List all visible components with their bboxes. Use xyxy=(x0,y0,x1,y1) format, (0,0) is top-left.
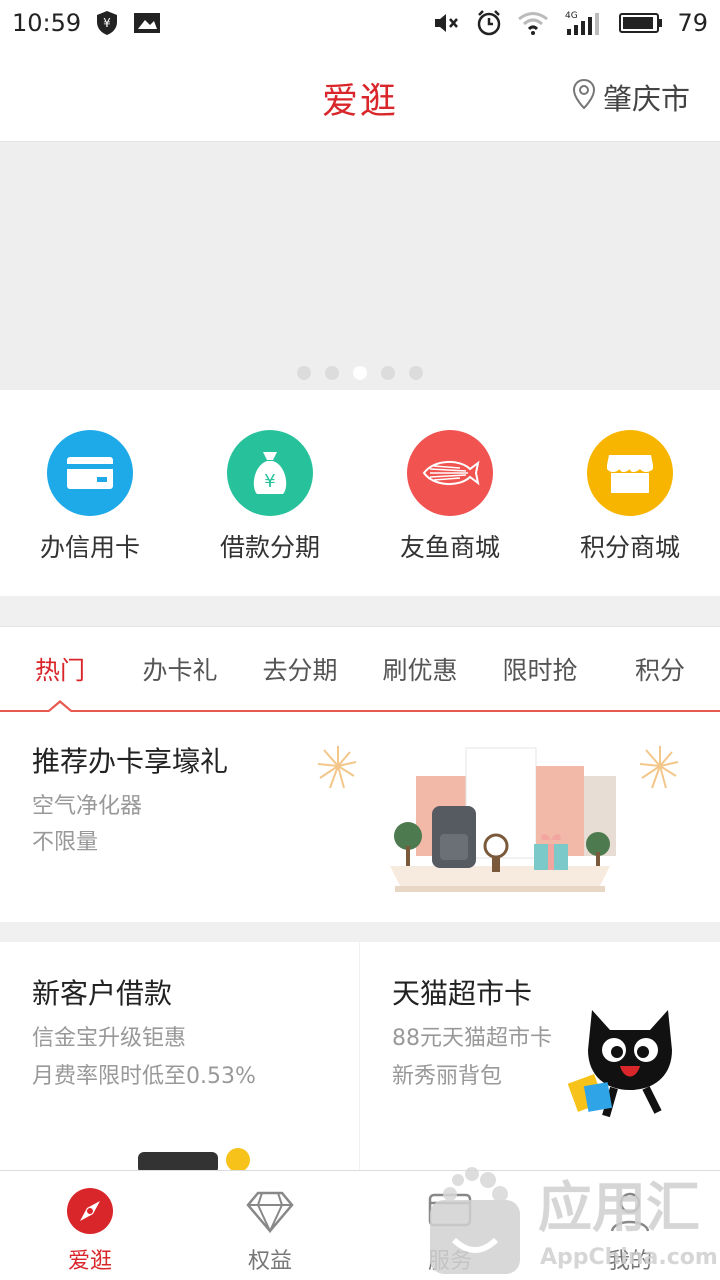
carousel-dot[interactable] xyxy=(325,366,339,380)
status-bar: 10:59 ¥ 4G 79 xyxy=(0,0,720,46)
feature-cards: 新客户借款 信金宝升级钜惠 月费率限时低至0.53% 天猫超市卡 88元天猫超市… xyxy=(0,942,720,1172)
card-title: 新客户借款 xyxy=(32,977,173,1010)
diamond-icon xyxy=(246,1187,294,1239)
svg-text:¥: ¥ xyxy=(103,16,111,30)
tab-flash-sale[interactable]: 限时抢 xyxy=(480,651,600,687)
tab-swipe-deals[interactable]: 刷优惠 xyxy=(360,651,480,687)
carousel-dot-active[interactable] xyxy=(353,366,367,380)
location-pin-icon xyxy=(571,78,597,117)
nav-tab-benefits[interactable]: 权益 xyxy=(180,1171,360,1280)
wifi-icon xyxy=(517,10,549,36)
tab-installment[interactable]: 去分期 xyxy=(240,651,360,687)
cellular-signal-icon: 4G xyxy=(563,9,603,37)
nav-label: 爱逛 xyxy=(67,1249,112,1274)
battery-level: 79 xyxy=(677,9,708,37)
card-new-customer-loan[interactable]: 新客户借款 信金宝升级钜惠 月费率限时低至0.53% xyxy=(0,942,359,1172)
carousel-indicator xyxy=(0,366,720,380)
tab-hot[interactable]: 热门 xyxy=(0,651,120,687)
mute-icon xyxy=(433,11,461,35)
svg-text:AppChina.com: AppChina.com xyxy=(540,1245,718,1270)
card-title: 天猫超市卡 xyxy=(392,977,533,1010)
alarm-icon xyxy=(475,9,503,37)
category-tabs: 热门 办卡礼 去分期 刷优惠 限时抢 积分 xyxy=(0,626,720,713)
quick-menu: 办信用卡 ¥ 借款分期 友鱼商城 积分商城 xyxy=(0,390,720,596)
battery-icon xyxy=(617,11,663,35)
nav-tab-explore[interactable]: 爱逛 xyxy=(0,1171,180,1280)
appchina-watermark: 应用汇 AppChina.com xyxy=(430,1167,718,1274)
location-label: 肇庆市 xyxy=(602,82,690,116)
promo-card[interactable]: 推荐办卡享壕礼 空气净化器 不限量 xyxy=(0,712,720,922)
quick-item-credit-card[interactable]: 办信用卡 xyxy=(0,390,180,596)
card-subtitle: 信金宝升级钜惠 xyxy=(32,1026,187,1051)
tmall-cat-icon xyxy=(567,1010,672,1118)
promo-subtitle: 空气净化器 xyxy=(32,794,143,819)
tab-points[interactable]: 积分 xyxy=(600,651,720,687)
carousel-dot[interactable] xyxy=(381,366,395,380)
card-subtitle: 月费率限时低至0.53% xyxy=(32,1064,256,1089)
svg-text:应用汇: 应用汇 xyxy=(538,1176,700,1239)
quick-item-label: 积分商城 xyxy=(579,533,680,562)
carousel-dot[interactable] xyxy=(297,366,311,380)
compass-icon xyxy=(66,1187,114,1239)
tab-card-gift[interactable]: 办卡礼 xyxy=(120,651,240,687)
credit-card-icon xyxy=(47,430,133,516)
image-notification-icon xyxy=(133,11,161,35)
phone-coin-illustration xyxy=(138,1148,250,1172)
promo-title: 推荐办卡享壕礼 xyxy=(32,745,229,778)
svg-text:¥: ¥ xyxy=(264,471,275,492)
shield-yen-icon: ¥ xyxy=(95,10,119,36)
nav-label: 权益 xyxy=(247,1249,292,1274)
shop-icon xyxy=(587,430,673,516)
quick-item-label: 办信用卡 xyxy=(39,533,140,562)
quick-item-fish-mall[interactable]: 友鱼商城 xyxy=(360,390,540,596)
gift-box-illustration xyxy=(317,746,679,892)
carousel-dot[interactable] xyxy=(409,366,423,380)
card-subtitle: 88元天猫超市卡 xyxy=(392,1026,552,1051)
location-selector[interactable]: 肇庆市 xyxy=(571,76,690,118)
svg-text:4G: 4G xyxy=(565,11,578,21)
quick-item-points-mall[interactable]: 积分商城 xyxy=(540,390,720,596)
top-header: 爱逛 肇庆市 xyxy=(0,46,720,142)
banner-carousel[interactable] xyxy=(0,143,720,390)
money-bag-icon: ¥ xyxy=(227,430,313,516)
card-tmall-supermarket[interactable]: 天猫超市卡 88元天猫超市卡 新秀丽背包 xyxy=(360,942,720,1172)
quick-item-label: 友鱼商城 xyxy=(399,533,500,562)
card-subtitle: 新秀丽背包 xyxy=(392,1064,503,1089)
quick-item-label: 借款分期 xyxy=(219,533,320,562)
promo-subtitle: 不限量 xyxy=(32,830,99,855)
status-time: 10:59 xyxy=(12,9,82,37)
quick-item-loan[interactable]: ¥ 借款分期 xyxy=(180,390,360,596)
fish-icon xyxy=(407,430,493,516)
